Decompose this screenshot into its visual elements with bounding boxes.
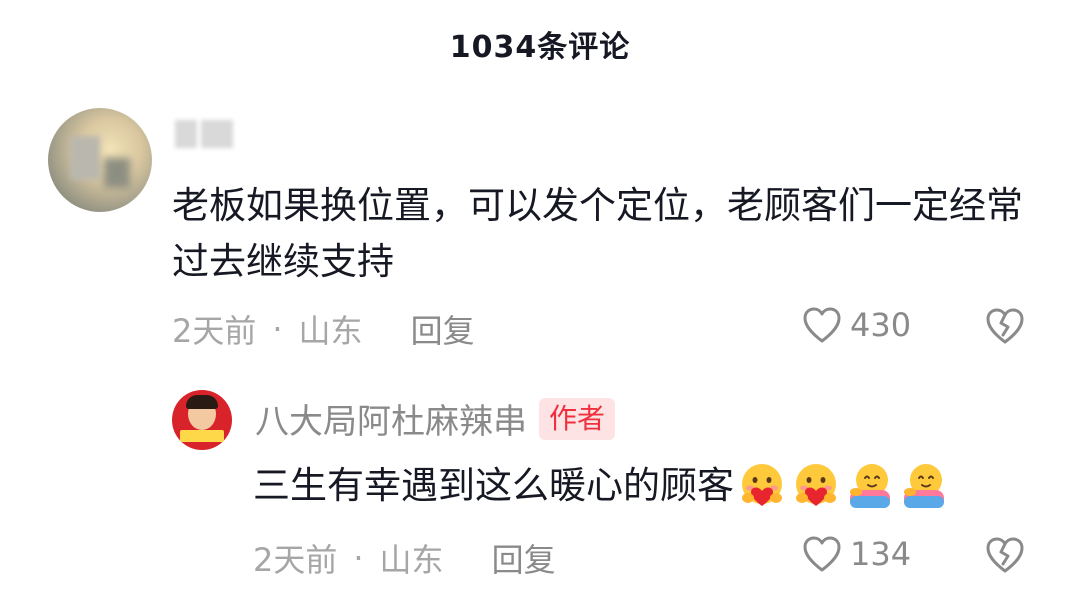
comments-count-title: 1034条评论 — [449, 30, 631, 65]
hug-emoji-icon — [898, 460, 950, 512]
reply-button[interactable]: 回复 — [411, 306, 475, 352]
heart-hug-emoji-icon — [736, 460, 788, 512]
meta-separator: · — [353, 539, 364, 577]
hug-emoji-icon — [844, 460, 896, 512]
like-button[interactable]: 430 — [802, 306, 911, 344]
reply-author[interactable]: 八大局阿杜麻辣串 作者 — [255, 394, 616, 443]
comments-panel: 1034条评论 老板如果换位置，可以发个定位，老顾客们一定经常过去继续支持 2天… — [0, 0, 1080, 615]
reply-location: 山东 — [379, 541, 444, 579]
user-avatar[interactable] — [48, 108, 152, 212]
reply-button[interactable]: 回复 — [492, 535, 556, 581]
reply-meta: 2天前 · 山东 回复 — [253, 535, 556, 581]
broken-heart-icon[interactable] — [985, 307, 1025, 345]
heart-icon — [803, 307, 841, 343]
comment-location: 山东 — [298, 312, 363, 350]
username-blurred[interactable] — [175, 120, 237, 150]
heart-icon — [803, 536, 841, 572]
comment-time: 2天前 — [172, 312, 257, 350]
meta-separator: · — [272, 310, 283, 348]
like-count: 430 — [850, 306, 912, 344]
reply-like-count: 134 — [850, 535, 912, 573]
reply-text-content: 三生有幸遇到这么暖心的顾客 — [253, 464, 734, 507]
reply-author-name[interactable]: 八大局阿杜麻辣串 — [255, 394, 527, 443]
heart-hug-emoji-icon — [790, 460, 842, 512]
reply-like-button[interactable]: 134 — [802, 535, 911, 573]
shop-logo-avatar[interactable] — [172, 390, 232, 450]
comment-text: 老板如果换位置，可以发个定位，老顾客们一定经常过去继续支持 — [172, 184, 1023, 283]
reply-text: 三生有幸遇到这么暖心的顾客 — [253, 458, 950, 514]
reply-time: 2天前 — [253, 541, 338, 579]
comment-meta: 2天前 · 山东 回复 — [172, 306, 475, 352]
broken-heart-icon[interactable] — [985, 536, 1025, 574]
author-badge: 作者 — [539, 397, 616, 440]
